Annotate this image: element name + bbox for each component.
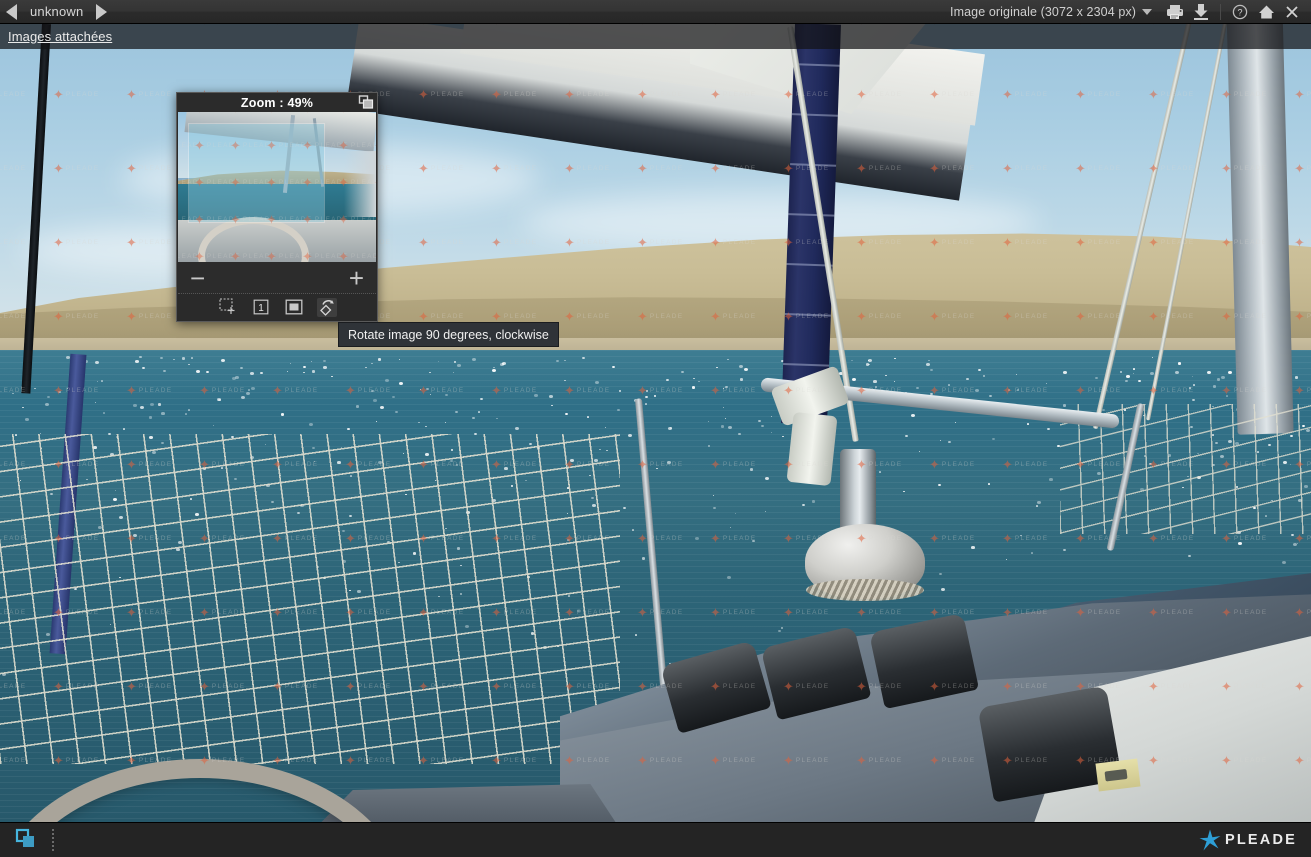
zoom-panel-tools: 1 xyxy=(177,294,377,320)
image-viewer-app: ✦PLEADE✦PLEADE✦PLEADE✦PLEADE✦PLEADE✦PLEA… xyxy=(0,0,1311,857)
rope-knot xyxy=(786,411,838,487)
top-toolbar: unknown Image originale (3072 x 2304 px) xyxy=(0,0,1311,24)
top-toolbar-actions: Image originale (3072 x 2304 px) ? xyxy=(950,0,1311,24)
caret-down-icon[interactable] xyxy=(1142,8,1152,15)
record-title: unknown xyxy=(30,4,84,19)
record-navigation: unknown xyxy=(0,3,108,20)
home-icon xyxy=(1258,5,1274,18)
previous-record-button[interactable] xyxy=(6,3,17,20)
one-to-one-icon: 1 xyxy=(253,299,268,315)
status-bar-separator xyxy=(52,829,54,851)
help-icon: ? xyxy=(1232,4,1248,19)
brand-label: PLEADE xyxy=(1224,832,1297,848)
zoom-out-button[interactable]: − xyxy=(190,265,205,291)
mast xyxy=(1226,24,1294,435)
pleade-star-icon xyxy=(1199,829,1221,851)
actual-size-tool-button[interactable]: 1 xyxy=(251,298,271,317)
zoom-navigator-panel[interactable]: Zoom : 49% ✦PLEADE✦PLEADE✦P xyxy=(176,92,378,322)
status-bar-left xyxy=(0,823,54,857)
rotate-cw-icon xyxy=(320,300,334,316)
toolbar-divider xyxy=(1220,3,1221,20)
printer-icon xyxy=(1167,4,1183,19)
tooltip-text: Rotate image 90 degrees, clockwise xyxy=(348,327,549,342)
rotate-tooltip: Rotate image 90 degrees, clockwise xyxy=(338,322,559,347)
download-icon xyxy=(1194,4,1208,20)
svg-text:1: 1 xyxy=(258,303,264,314)
zoom-in-button[interactable]: + xyxy=(349,265,364,291)
layers-button[interactable] xyxy=(12,826,38,855)
yellow-label-tag xyxy=(1095,758,1141,792)
viewport-rectangle[interactable] xyxy=(188,123,325,223)
marquee-select-icon xyxy=(218,298,234,314)
restore-window-icon xyxy=(358,95,374,109)
attached-images-bar: Images attachées xyxy=(0,24,1311,49)
next-record-button[interactable] xyxy=(96,3,108,20)
zoom-level-label: Zoom : 49% xyxy=(240,95,314,110)
rotate-clockwise-tool-button[interactable] xyxy=(316,297,337,317)
zoom-slider-bar[interactable]: − + xyxy=(178,262,376,294)
fit-window-icon xyxy=(285,299,302,315)
close-icon xyxy=(1286,5,1298,18)
zoom-panel-header[interactable]: Zoom : 49% xyxy=(177,93,377,112)
print-button[interactable] xyxy=(1162,0,1188,24)
fit-to-window-tool-button[interactable] xyxy=(284,298,304,317)
winch-rope xyxy=(806,579,924,601)
select-area-tool-button[interactable] xyxy=(218,298,238,317)
svg-text:?: ? xyxy=(1237,7,1242,17)
safety-netting-left xyxy=(0,434,620,764)
restore-window-button[interactable] xyxy=(358,95,374,110)
two-squares-icon xyxy=(15,828,34,847)
status-bar: PLEADE xyxy=(0,822,1311,857)
download-button[interactable] xyxy=(1188,0,1214,24)
close-button[interactable] xyxy=(1279,0,1305,24)
help-button[interactable]: ? xyxy=(1227,0,1253,24)
original-image-label: Image originale (3072 x 2304 px) xyxy=(950,4,1136,19)
attached-images-link[interactable]: Images attachées xyxy=(8,29,112,44)
home-button[interactable] xyxy=(1253,0,1279,24)
thumbnail-navigator[interactable]: ✦PLEADE✦PLEADE✦PLEADE✦PLEADE✦PLEADE✦PLEA… xyxy=(178,112,376,262)
brand-logo[interactable]: PLEADE xyxy=(1199,829,1311,851)
